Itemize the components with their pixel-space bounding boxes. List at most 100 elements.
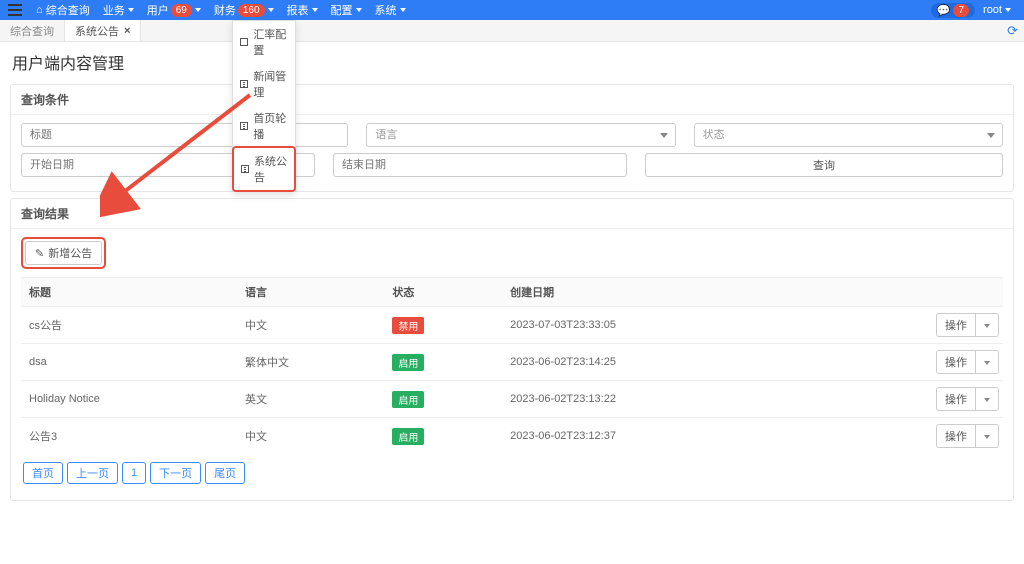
nav-finance-label: 财务 [214,2,236,18]
home-icon: ⌂ [36,4,43,16]
nav-business-label: 业务 [103,2,125,18]
action-button[interactable]: 操作 [937,351,976,373]
dropdown-item-label: 新闻管理 [253,68,288,100]
page-title: 用户端内容管理 [0,42,1024,78]
cell-date: 2023-06-02T23:12:37 [502,418,826,455]
nav-user-name: root [983,4,1002,16]
filter-header: 查询条件 [11,85,1013,115]
page-first[interactable]: 首页 [23,462,63,484]
refresh-icon[interactable]: ⟳ [1007,23,1018,39]
add-notice-button[interactable]: ✎ 新增公告 [25,241,102,265]
cell-language: 英文 [237,381,384,418]
filter-status-select[interactable]: 状态 [694,123,1003,147]
square-icon [240,38,248,46]
close-icon[interactable]: × [124,25,130,37]
add-notice-label: 新增公告 [48,245,92,261]
nav-user-label: 用户 [147,2,169,18]
nav-report-label: 报表 [287,2,309,18]
status-badge: 启用 [392,354,424,371]
nav-system-label: 系统 [375,2,397,18]
chevron-down-icon [356,8,362,12]
dropdown-item-exchange-rate[interactable]: 汇率配置 [233,21,295,63]
results-table: 标题 语言 状态 创建日期 cs公告中文禁用2023-07-03T23:33:0… [21,277,1003,454]
pagination: 首页 上一页 1 下一页 尾页 [21,454,1003,492]
pencil-icon: ✎ [35,247,44,260]
action-dropdown-button[interactable] [976,425,998,447]
nav-config-label: 配置 [331,2,353,18]
chevron-down-icon [128,8,134,12]
page-last[interactable]: 尾页 [205,462,245,484]
cell-language: 繁体中文 [237,344,384,381]
nav-home-label: 综合查询 [46,2,90,18]
cell-status: 启用 [384,381,502,418]
top-navbar: ⌂ 综合查询 业务 用户 69 财务 160 报表 配置 系统 💬 7 [0,0,1024,20]
cell-title: cs公告 [21,307,237,344]
nav-home[interactable]: ⌂ 综合查询 [31,2,95,18]
table-header-row: 标题 语言 状态 创建日期 [21,278,1003,307]
book-icon [240,122,248,130]
page-prev[interactable]: 上一页 [67,462,118,484]
dropdown-item-system-notice[interactable]: 系统公告 [232,146,296,192]
cell-actions: 操作 [826,307,1003,344]
chevron-down-icon [984,435,990,439]
nav-report[interactable]: 报表 [282,2,323,18]
chevron-down-icon [268,8,274,12]
nav-system[interactable]: 系统 [370,2,411,18]
page-1[interactable]: 1 [122,462,146,484]
results-header: 查询结果 [11,199,1013,229]
tab-home-label: 综合查询 [10,23,54,39]
col-created: 创建日期 [502,278,826,307]
dropdown-item-label: 汇率配置 [253,26,288,58]
cell-title: 公告3 [21,418,237,455]
cell-status: 启用 [384,344,502,381]
dropdown-item-carousel[interactable]: 首页轮播 [233,105,295,147]
action-button[interactable]: 操作 [937,314,976,336]
action-dropdown-button[interactable] [976,314,998,336]
nav-finance-badge: 160 [238,4,265,17]
add-notice-highlight: ✎ 新增公告 [21,237,106,269]
cell-date: 2023-06-02T23:13:22 [502,381,826,418]
filter-end-date-input[interactable] [333,153,627,177]
col-language: 语言 [237,278,384,307]
nav-messages[interactable]: 💬 7 [931,3,975,18]
chevron-down-icon [312,8,318,12]
page-next[interactable]: 下一页 [150,462,201,484]
tab-system-notice[interactable]: 系统公告 × [65,20,141,41]
action-button[interactable]: 操作 [937,388,976,410]
action-group: 操作 [936,424,999,448]
status-badge: 启用 [392,428,424,445]
table-row: cs公告中文禁用2023-07-03T23:33:05操作 [21,307,1003,344]
nav-user-badge: 69 [171,4,192,17]
cell-actions: 操作 [826,344,1003,381]
action-group: 操作 [936,313,999,337]
nav-config[interactable]: 配置 [326,2,367,18]
tab-home[interactable]: 综合查询 [0,20,65,41]
book-icon [241,165,249,173]
cell-language: 中文 [237,418,384,455]
filter-title-input[interactable] [21,123,348,147]
cell-language: 中文 [237,307,384,344]
cell-title: Holiday Notice [21,381,237,418]
dropdown-item-news[interactable]: 新闻管理 [233,63,295,105]
results-panel: 查询结果 ✎ 新增公告 标题 语言 状态 创建日期 cs公告中文禁用2023-0… [10,198,1014,501]
nav-business[interactable]: 业务 [98,2,139,18]
menu-hamburger-icon[interactable] [8,4,22,16]
action-dropdown-button[interactable] [976,351,998,373]
status-badge: 禁用 [392,317,424,334]
chevron-down-icon [984,361,990,365]
book-icon [240,80,248,88]
cell-actions: 操作 [826,381,1003,418]
tab-system-notice-label: 系统公告 [75,23,119,39]
col-title: 标题 [21,278,237,307]
nav-finance[interactable]: 财务 160 [209,2,279,18]
nav-user[interactable]: 用户 69 [142,2,206,18]
filter-language-select[interactable]: 语言 [366,123,675,147]
query-button[interactable]: 查询 [645,153,1003,177]
action-button[interactable]: 操作 [937,425,976,447]
action-group: 操作 [936,387,999,411]
dropdown-item-label: 首页轮播 [253,110,288,142]
dropdown-item-label: 系统公告 [254,153,287,185]
action-dropdown-button[interactable] [976,388,998,410]
nav-user-menu[interactable]: root [978,4,1016,16]
col-actions [826,278,1003,307]
